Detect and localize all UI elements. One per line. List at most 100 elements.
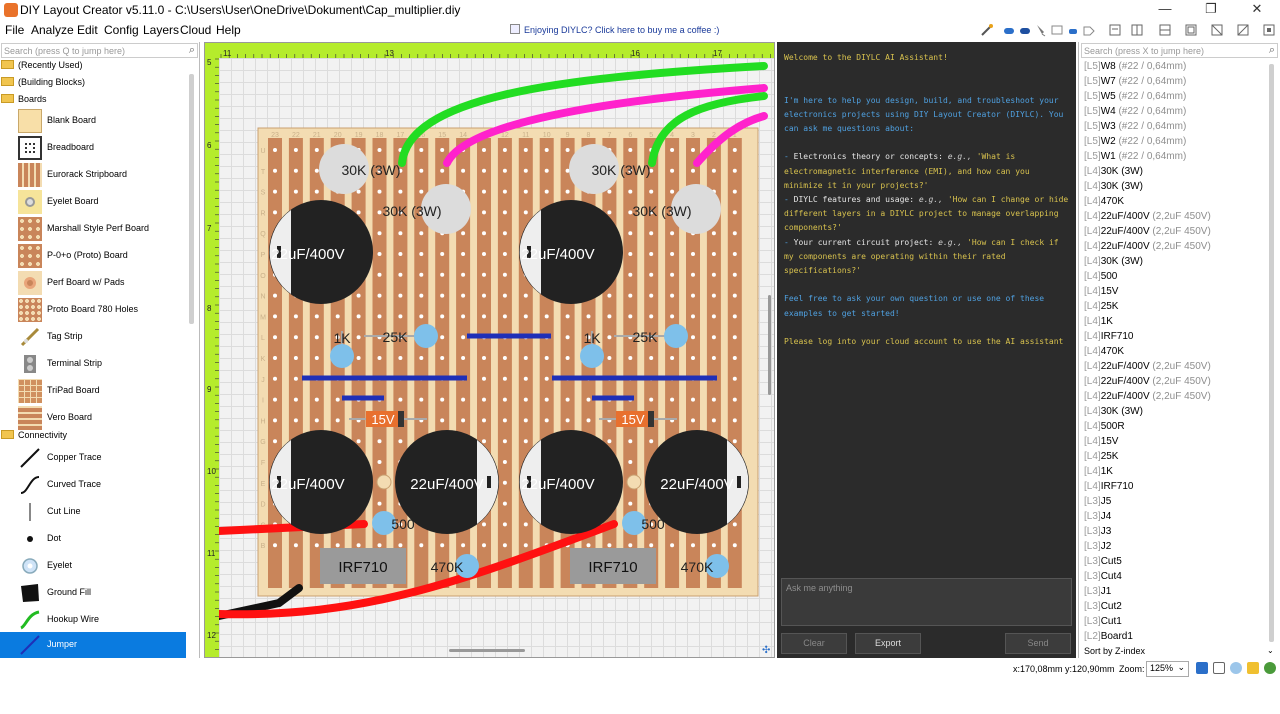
folder-recently-used[interactable]: (Recently Used) bbox=[0, 60, 186, 76]
component-jumper[interactable]: Jumper bbox=[0, 632, 186, 658]
cloud-share-icon[interactable] bbox=[1066, 23, 1080, 37]
folder-connectivity[interactable]: Connectivity bbox=[0, 430, 186, 446]
layer-item[interactable]: [L4]15V bbox=[1084, 286, 1118, 301]
component-marshall-perf-board[interactable]: Marshall Style Perf Board bbox=[0, 216, 186, 242]
layer-item[interactable]: [L3]Cut4 bbox=[1084, 571, 1122, 586]
layer-item[interactable]: [L4]30K (3W) bbox=[1084, 406, 1143, 421]
layer-item[interactable]: [L5]W8 (#22 / 0,64mm) bbox=[1084, 61, 1186, 76]
minimize-button[interactable]: — bbox=[1142, 0, 1188, 20]
component-search-input[interactable]: Search (press Q to jump here) ⌕ bbox=[1, 43, 198, 58]
layer-item[interactable]: [L4]IRF710 bbox=[1084, 331, 1133, 346]
component-tripad-board[interactable]: TriPad Board bbox=[0, 378, 186, 404]
component-hookup-wire[interactable]: Hookup Wire bbox=[0, 607, 186, 633]
component-vero-board[interactable]: Vero Board bbox=[0, 405, 186, 431]
layer-item[interactable]: [L4]1K bbox=[1084, 466, 1113, 481]
move-handle-icon[interactable]: ✣ bbox=[762, 646, 772, 656]
maximize-button[interactable]: ❐ bbox=[1188, 0, 1234, 20]
ai-question-input[interactable]: Ask me anything bbox=[781, 578, 1072, 626]
grid-icon[interactable] bbox=[1213, 662, 1225, 674]
component-dot[interactable]: Dot bbox=[0, 526, 186, 552]
group-icon[interactable] bbox=[1184, 23, 1198, 37]
component-eyelet[interactable]: Eyelet bbox=[0, 553, 186, 579]
folder-blank-icon[interactable] bbox=[1050, 23, 1064, 37]
layer-search-input[interactable]: Search (press X to jump here) ⌕ bbox=[1081, 43, 1278, 58]
layer-item[interactable]: [L4]22uF/400V (2,2uF 450V) bbox=[1084, 226, 1211, 241]
menu-cloud[interactable]: Cloud bbox=[180, 23, 211, 37]
send-back-icon[interactable] bbox=[1236, 23, 1250, 37]
export-button[interactable]: Export bbox=[855, 633, 921, 654]
layer-item[interactable]: [L3]J1 bbox=[1084, 586, 1111, 601]
layer-item[interactable]: [L3]J4 bbox=[1084, 511, 1111, 526]
resistor-1k-body[interactable] bbox=[580, 344, 604, 368]
capacitor-22uf[interactable]: 22uF/400V bbox=[269, 430, 373, 534]
layer-item[interactable]: [L3]Cut2 bbox=[1084, 601, 1122, 616]
pin-icon[interactable] bbox=[1034, 23, 1048, 37]
component-perf-board-pads[interactable]: Perf Board w/ Pads bbox=[0, 270, 186, 296]
layer-item[interactable]: [L4]25K bbox=[1084, 301, 1118, 316]
component-blank-board[interactable]: Blank Board bbox=[0, 108, 186, 134]
layers-scrollbar[interactable] bbox=[1269, 64, 1274, 642]
resistor-1k-body[interactable] bbox=[330, 344, 354, 368]
menu-help[interactable]: Help bbox=[216, 23, 241, 37]
layer-item[interactable]: [L4]30K (3W) bbox=[1084, 256, 1143, 271]
coffee-link[interactable]: Enjoying DIYLC? Click here to buy me a c… bbox=[510, 24, 719, 35]
component-proto-board-780[interactable]: Proto Board 780 Holes bbox=[0, 297, 186, 323]
close-button[interactable]: ✕ bbox=[1234, 0, 1280, 20]
menu-config[interactable]: Config bbox=[104, 23, 139, 37]
layer-item[interactable]: [L4]30K (3W) bbox=[1084, 166, 1143, 181]
layer-item[interactable]: [L4]22uF/400V (2,2uF 450V) bbox=[1084, 241, 1211, 256]
rotate-left-icon[interactable] bbox=[1108, 23, 1122, 37]
layer-item[interactable]: [L4]470K bbox=[1084, 346, 1124, 361]
component-terminal-strip[interactable]: Terminal Strip bbox=[0, 351, 186, 377]
layer-item[interactable]: [L4]22uF/400V (2,2uF 450V) bbox=[1084, 361, 1211, 376]
clear-button[interactable]: Clear bbox=[781, 633, 847, 654]
component-proto-board[interactable]: P-0+o (Proto) Board bbox=[0, 243, 186, 269]
layer-item[interactable]: [L4]22uF/400V (2,2uF 450V) bbox=[1084, 376, 1211, 391]
component-curved-trace[interactable]: Curved Trace bbox=[0, 472, 186, 498]
cloud-icon[interactable] bbox=[1018, 23, 1032, 37]
send-button[interactable]: Send bbox=[1005, 633, 1071, 654]
component-tag-strip[interactable]: Tag Strip bbox=[0, 324, 186, 350]
component-scrollbar[interactable] bbox=[189, 74, 194, 324]
component-ground-fill[interactable]: Ground Fill bbox=[0, 580, 186, 606]
menu-file[interactable]: File bbox=[5, 23, 24, 37]
flip-vertical-icon[interactable] bbox=[1158, 23, 1172, 37]
layer-item[interactable]: [L4]470K bbox=[1084, 196, 1124, 211]
component-eurorack-stripboard[interactable]: Eurorack Stripboard bbox=[0, 162, 186, 188]
layer-item[interactable]: [L5]W7 (#22 / 0,64mm) bbox=[1084, 76, 1186, 91]
component-copper-trace[interactable]: Copper Trace bbox=[0, 445, 186, 471]
component-breadboard[interactable]: Breadboard bbox=[0, 135, 186, 161]
layer-item[interactable]: [L5]W1 (#22 / 0,64mm) bbox=[1084, 151, 1186, 166]
canvas-horizontal-scrollbar[interactable] bbox=[449, 649, 525, 652]
tag-icon[interactable] bbox=[1082, 23, 1096, 37]
folder-building-blocks[interactable]: (Building Blocks) bbox=[0, 77, 186, 93]
sort-select[interactable]: Sort by Z-index ⌄ bbox=[1084, 646, 1274, 656]
layer-item[interactable]: [L5]W4 (#22 / 0,64mm) bbox=[1084, 106, 1186, 121]
pot-25k-body[interactable] bbox=[664, 324, 688, 348]
layer-item[interactable]: [L4]22uF/400V (2,2uF 450V) bbox=[1084, 211, 1211, 226]
layer-item[interactable]: [L5]W5 (#22 / 0,64mm) bbox=[1084, 91, 1186, 106]
canvas-vertical-scrollbar[interactable] bbox=[768, 295, 771, 395]
layer-item[interactable]: [L4]15V bbox=[1084, 436, 1118, 451]
layer-item[interactable]: [L4]IRF710 bbox=[1084, 481, 1133, 496]
capacitor-22uf[interactable]: 22uF/400V bbox=[519, 430, 623, 534]
menu-layers[interactable]: Layers bbox=[143, 23, 179, 37]
component-eyelet-board[interactable]: Eyelet Board bbox=[0, 189, 186, 215]
menu-edit[interactable]: Edit bbox=[77, 23, 98, 37]
layer-item[interactable]: [L3]J3 bbox=[1084, 526, 1111, 541]
layout-canvas[interactable]: 23 22 21 20 19 18 17 16 15 14 13 12 11 10 9 8 7 6 5 4 3 2 1 UT… bbox=[204, 42, 775, 658]
bring-front-icon[interactable] bbox=[1262, 23, 1276, 37]
layer-item[interactable]: [L3]Cut1 bbox=[1084, 616, 1122, 631]
layer-item[interactable]: [L4]500 bbox=[1084, 271, 1117, 286]
layer-item[interactable]: [L4]30K (3W) bbox=[1084, 181, 1143, 196]
layer-item[interactable]: [L3]J5 bbox=[1084, 496, 1111, 511]
layer-item[interactable]: [L4]25K bbox=[1084, 451, 1118, 466]
capacitor-22uf[interactable]: 22uF/400V bbox=[269, 200, 373, 304]
cloud-upload-icon[interactable] bbox=[1002, 23, 1016, 37]
bug-icon[interactable] bbox=[1247, 662, 1259, 674]
zoom-select[interactable]: 125% ⌄ bbox=[1146, 661, 1189, 677]
layer-item[interactable]: [L3]Cut5 bbox=[1084, 556, 1122, 571]
flip-horizontal-icon[interactable] bbox=[1130, 23, 1144, 37]
layer-item[interactable]: [L3]J2 bbox=[1084, 541, 1111, 556]
capacitor-22uf[interactable]: 22uF/400V bbox=[519, 200, 623, 304]
